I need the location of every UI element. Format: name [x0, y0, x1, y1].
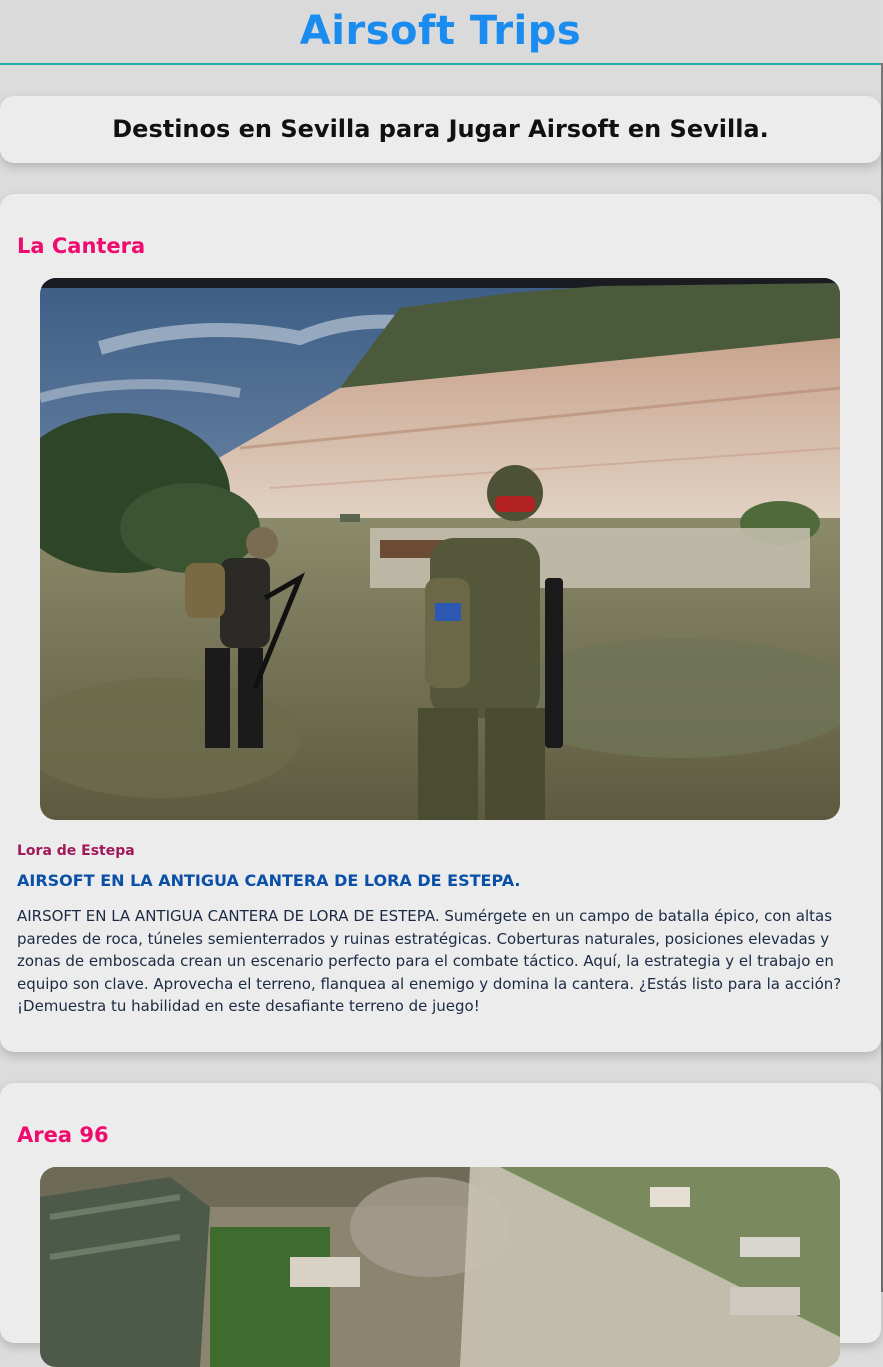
destination-location: Lora de Estepa — [17, 843, 135, 859]
destination-photo[interactable] — [40, 278, 840, 820]
site-header: Airsoft Trips — [0, 0, 881, 65]
destination-card-la-cantera: La Cantera Lora de Estepa AIRSOFT EN LA … — [0, 194, 881, 1052]
destination-title[interactable]: La Cantera — [17, 234, 145, 258]
site-title[interactable]: Airsoft Trips — [0, 0, 881, 56]
quarry-airsoft-photo — [40, 278, 840, 820]
destination-title[interactable]: Area 96 — [17, 1123, 109, 1147]
destination-description: AIRSOFT EN LA ANTIGUA CANTERA DE LORA DE… — [17, 907, 842, 1016]
destination-headline: AIRSOFT EN LA ANTIGUA CANTERA DE LORA DE… — [17, 871, 521, 890]
intro-heading: Destinos en Sevilla para Jugar Airsoft e… — [112, 115, 769, 143]
intro-card: Destinos en Sevilla para Jugar Airsoft e… — [0, 96, 881, 163]
destination-card-area-96: Area 96 — [0, 1083, 881, 1367]
aerial-field-photo — [40, 1167, 840, 1367]
destination-photo[interactable] — [40, 1167, 840, 1367]
